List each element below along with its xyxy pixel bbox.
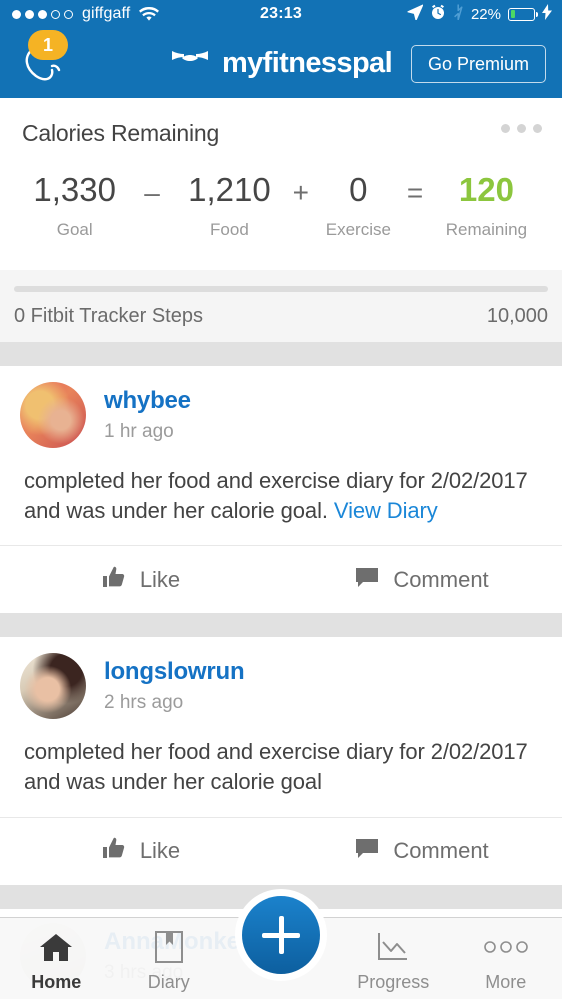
status-bar: giffgaff 23:13 22% bbox=[0, 0, 562, 28]
tab-more-label: More bbox=[485, 972, 527, 992]
comment-button[interactable]: Comment bbox=[281, 818, 562, 885]
tab-diary[interactable]: Diary bbox=[113, 928, 226, 993]
post-identity: whybee 1 hr ago bbox=[104, 387, 191, 443]
battery-icon bbox=[508, 7, 538, 21]
food-value: 1,210 bbox=[188, 171, 271, 208]
lightning-bolt-icon bbox=[542, 3, 552, 25]
under-armour-logo bbox=[170, 48, 210, 79]
more-dots-icon bbox=[483, 928, 529, 966]
steps-count-label: 0 Fitbit Tracker Steps bbox=[14, 305, 203, 327]
tab-home-label: Home bbox=[31, 972, 82, 992]
goal-label: Goal bbox=[56, 220, 93, 239]
post-text: completed her food and exercise diary fo… bbox=[0, 448, 562, 525]
steps-progress-bar bbox=[14, 286, 548, 292]
overflow-menu-icon[interactable] bbox=[501, 124, 542, 133]
bluetooth-icon bbox=[453, 4, 464, 25]
calorie-food: 1,210 Food bbox=[179, 173, 280, 240]
comment-bubble-icon bbox=[354, 564, 380, 596]
exercise-label: Exercise bbox=[325, 220, 391, 239]
calorie-exercise: 0 Exercise bbox=[321, 173, 395, 240]
post-message: completed her food and exercise diary fo… bbox=[24, 739, 528, 795]
avatar[interactable] bbox=[20, 653, 86, 720]
avatar[interactable] bbox=[20, 382, 86, 448]
like-label: Like bbox=[139, 566, 181, 592]
steps-tracker-section[interactable]: 0 Fitbit Tracker Steps 10,000 bbox=[0, 270, 562, 342]
like-button[interactable]: Like bbox=[0, 818, 281, 885]
minus-operator: – bbox=[144, 177, 160, 208]
post-text: completed her food and exercise diary fo… bbox=[0, 719, 562, 796]
thumbs-up-icon bbox=[101, 564, 127, 596]
bottom-tab-bar: Home Diary Progress More bbox=[0, 889, 562, 999]
notification-badge[interactable]: 1 bbox=[28, 30, 68, 60]
section-divider bbox=[0, 342, 562, 366]
calorie-remaining: 120 Remaining bbox=[435, 173, 538, 240]
remaining-label: Remaining bbox=[445, 220, 528, 239]
battery-percent: 22% bbox=[470, 5, 501, 23]
post-message: completed her food and exercise diary fo… bbox=[24, 468, 528, 523]
tab-diary-label: Diary bbox=[147, 972, 190, 992]
post-divider bbox=[0, 613, 562, 638]
app-title: myfitnesspal bbox=[221, 46, 393, 79]
tab-progress[interactable]: Progress bbox=[337, 928, 450, 993]
tab-home[interactable]: Home bbox=[0, 928, 113, 993]
post-header: whybee 1 hr ago bbox=[0, 366, 562, 448]
thumbs-up-icon bbox=[101, 835, 127, 867]
steps-goal-value: 10,000 bbox=[486, 305, 548, 327]
comment-button[interactable]: Comment bbox=[281, 546, 562, 613]
comment-label: Comment bbox=[393, 566, 489, 592]
comment-label: Comment bbox=[393, 838, 489, 864]
remaining-value: 120 bbox=[458, 171, 514, 208]
page-title: Calories Remaining bbox=[22, 120, 220, 146]
comment-bubble-icon bbox=[354, 835, 380, 867]
goal-value: 1,330 bbox=[33, 171, 116, 208]
home-icon bbox=[38, 928, 74, 966]
view-diary-link[interactable]: View Diary bbox=[334, 498, 438, 523]
post-timestamp: 1 hr ago bbox=[104, 421, 174, 442]
calories-remaining-card[interactable]: Calories Remaining 1,330 Goal – 1,210 Fo… bbox=[0, 98, 562, 270]
like-label: Like bbox=[139, 838, 181, 864]
calorie-equation: 1,330 Goal – 1,210 Food + 0 Exercise = 1… bbox=[22, 173, 540, 240]
feed-post: longslowrun 2 hrs ago completed her food… bbox=[0, 637, 562, 885]
go-premium-button[interactable]: Go Premium bbox=[410, 45, 546, 83]
post-actions: Like Comment bbox=[0, 545, 562, 613]
post-identity: longslowrun 2 hrs ago bbox=[104, 658, 245, 714]
like-button[interactable]: Like bbox=[0, 546, 281, 613]
plus-operator: + bbox=[292, 177, 309, 208]
calorie-goal: 1,330 Goal bbox=[24, 173, 125, 240]
diary-book-icon bbox=[153, 928, 185, 966]
steps-row: 0 Fitbit Tracker Steps 10,000 bbox=[14, 305, 548, 328]
app-navigation-bar: 1 myfitnesspal Go Premium bbox=[0, 28, 562, 98]
tab-progress-label: Progress bbox=[357, 972, 430, 992]
progress-chart-icon bbox=[375, 928, 411, 966]
tab-more[interactable]: More bbox=[450, 928, 562, 993]
food-label: Food bbox=[210, 220, 249, 239]
post-username[interactable]: longslowrun bbox=[104, 658, 245, 686]
feed-post: whybee 1 hr ago completed her food and e… bbox=[0, 366, 562, 614]
add-button-ring bbox=[235, 889, 327, 981]
equals-operator: = bbox=[406, 177, 424, 208]
add-entry-button[interactable] bbox=[242, 896, 320, 974]
exercise-value: 0 bbox=[349, 171, 368, 208]
alarm-clock-icon bbox=[430, 4, 446, 25]
post-timestamp: 2 hrs ago bbox=[104, 692, 184, 714]
post-username[interactable]: whybee bbox=[104, 387, 191, 415]
post-actions: Like Comment bbox=[0, 816, 562, 885]
status-bar-right: 22% bbox=[407, 3, 562, 25]
location-arrow-icon bbox=[407, 4, 424, 25]
post-header: longslowrun 2 hrs ago bbox=[0, 637, 562, 720]
